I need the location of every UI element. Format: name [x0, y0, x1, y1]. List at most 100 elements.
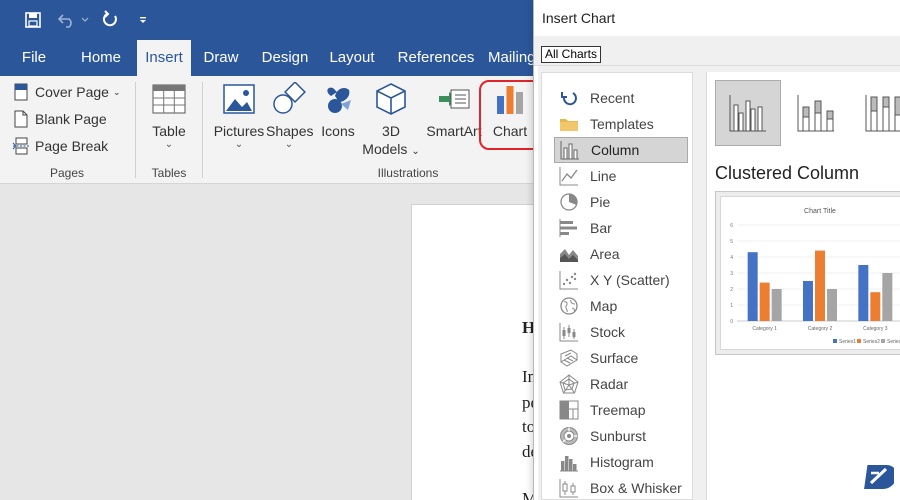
cover-page-label: Cover Page — [35, 84, 109, 100]
subtype-clustered-column[interactable] — [715, 80, 781, 146]
chart-type-map[interactable]: Map — [554, 293, 688, 319]
chart-type-surface[interactable]: Surface — [554, 345, 688, 371]
blank-page-label: Blank Page — [35, 111, 107, 127]
icons-icon — [321, 82, 355, 116]
3d-models-caret-icon: ⌄ — [411, 146, 420, 157]
recent-icon — [559, 88, 579, 108]
scatter-chart-icon — [559, 270, 579, 290]
tab-home[interactable]: Home — [72, 40, 130, 76]
tab-insert[interactable]: Insert — [137, 40, 191, 76]
customize-toolbar-icon[interactable] — [136, 9, 150, 31]
dialog-body: Recent Templates Column Line Pie Bar Are… — [538, 66, 900, 500]
dialog-title: Insert Chart — [542, 10, 616, 26]
insert-chart-dialog: Insert Chart All Charts Recent Templates… — [533, 0, 900, 500]
preview-legend-label: Series2 — [863, 339, 880, 345]
chart-type-label: Sunburst — [590, 428, 647, 444]
radar-chart-icon — [559, 374, 579, 394]
tab-file[interactable]: File — [10, 40, 58, 76]
icons-button[interactable]: Icons — [318, 82, 358, 140]
subtype-100-stacked-column[interactable] — [851, 80, 900, 146]
brand-logo-icon — [862, 461, 897, 493]
shapes-button[interactable]: Shapes ⌄ — [266, 81, 314, 150]
chart-type-label: Stock — [590, 324, 626, 340]
shapes-label: Shapes — [266, 123, 314, 139]
chart-type-label: Pie — [590, 194, 611, 210]
preview-bar — [771, 289, 782, 321]
chart-type-label: Templates — [590, 116, 654, 132]
preview-chart-svg: Chart Title 0 1 2 3 4 5 6 Category 1 Category 2 Ca… — [730, 208, 900, 345]
chart-type-label: Treemap — [590, 402, 646, 418]
chart-type-box-whisker[interactable]: Box & Whisker — [554, 475, 688, 500]
chart-type-templates[interactable]: Templates — [554, 111, 688, 137]
save-icon[interactable] — [22, 9, 44, 31]
blank-page-button[interactable]: Blank Page — [12, 108, 107, 130]
chart-type-label: Column — [591, 142, 640, 158]
pictures-caret-icon: ⌄ — [234, 139, 244, 150]
tab-design[interactable]: Design — [254, 40, 316, 76]
bar-chart-icon — [559, 218, 579, 238]
3d-models-label-line1: 3D — [382, 123, 400, 139]
preview-bar — [747, 252, 758, 321]
3d-models-button[interactable]: 3D Models ⌄ — [362, 82, 420, 161]
undo-icon[interactable] — [56, 9, 78, 31]
preview-y-tick-label: 4 — [730, 255, 733, 261]
preview-legend-swatch — [857, 339, 861, 343]
preview-bar — [827, 289, 837, 321]
preview-category-label: Category 2 — [808, 326, 833, 332]
chart-type-label: Map — [590, 298, 618, 314]
undo-dropdown-icon[interactable] — [80, 9, 90, 31]
chart-type-list: Recent Templates Column Line Pie Bar Are… — [541, 72, 693, 500]
preview-y-tick-label: 1 — [730, 303, 733, 309]
chart-type-label: Radar — [590, 376, 629, 392]
chart-type-radar[interactable]: Radar — [554, 371, 688, 397]
chart-type-label: Line — [590, 168, 617, 184]
chart-type-label: Surface — [590, 350, 639, 366]
tab-references[interactable]: References — [390, 40, 482, 76]
pictures-label: Pictures — [213, 123, 265, 139]
line-chart-icon — [559, 166, 579, 186]
tab-all-charts[interactable]: All Charts — [541, 46, 602, 63]
smartart-button[interactable]: SmartArt — [425, 82, 483, 140]
chart-type-line[interactable]: Line — [554, 163, 688, 189]
chart-type-recent[interactable]: Recent — [554, 85, 688, 111]
pie-chart-icon — [559, 192, 579, 212]
table-caret-icon: ⌄ — [164, 139, 174, 150]
subtype-stacked-column[interactable] — [783, 80, 849, 146]
chart-subtype-pane: Clustered Column Chart Title 0 1 2 3 4 5 6 Categ… — [706, 72, 900, 500]
table-icon — [152, 82, 186, 116]
chart-type-treemap[interactable]: Treemap — [554, 397, 688, 423]
tab-layout[interactable]: Layout — [324, 40, 380, 76]
table-label: Table — [152, 123, 186, 139]
preview-bar — [815, 250, 825, 321]
page-break-icon — [12, 137, 30, 155]
chart-type-histogram[interactable]: Histogram — [554, 449, 688, 475]
preview-category-label: Category 3 — [863, 326, 888, 332]
dialog-tab-bar: All Charts — [534, 36, 900, 66]
redo-icon[interactable] — [99, 9, 121, 31]
chart-type-scatter[interactable]: X Y (Scatter) — [554, 267, 688, 293]
preview-y-tick-label: 0 — [730, 319, 733, 325]
group-separator — [202, 82, 203, 178]
chart-type-bar[interactable]: Bar — [554, 215, 688, 241]
pages-group-label: Pages — [49, 166, 85, 180]
tab-draw[interactable]: Draw — [196, 40, 246, 76]
preview-y-tick-label: 2 — [730, 287, 733, 293]
chart-type-sunburst[interactable]: Sunburst — [554, 423, 688, 449]
chart-type-area[interactable]: Area — [554, 241, 688, 267]
cover-page-button[interactable]: Cover Page ⌄ — [12, 81, 120, 103]
preview-legend-label: Series3 — [887, 339, 900, 345]
chart-type-stock[interactable]: Stock — [554, 319, 688, 345]
histogram-chart-icon — [559, 452, 579, 472]
chart-type-pie[interactable]: Pie — [554, 189, 688, 215]
chart-type-label: Histogram — [590, 454, 654, 470]
column-chart-icon — [560, 140, 580, 160]
chart-preview[interactable]: Chart Title 0 1 2 3 4 5 6 Category 1 Category 2 Ca… — [715, 191, 900, 355]
pictures-button[interactable]: Pictures ⌄ — [213, 82, 265, 150]
chart-type-column[interactable]: Column — [554, 137, 688, 163]
table-button[interactable]: Table ⌄ — [146, 82, 192, 150]
100-stacked-column-icon — [865, 95, 900, 132]
preview-y-tick-label: 3 — [730, 271, 733, 277]
preview-legend-swatch — [833, 339, 837, 343]
page-break-button[interactable]: Page Break — [12, 135, 108, 157]
smartart-icon — [437, 82, 471, 116]
